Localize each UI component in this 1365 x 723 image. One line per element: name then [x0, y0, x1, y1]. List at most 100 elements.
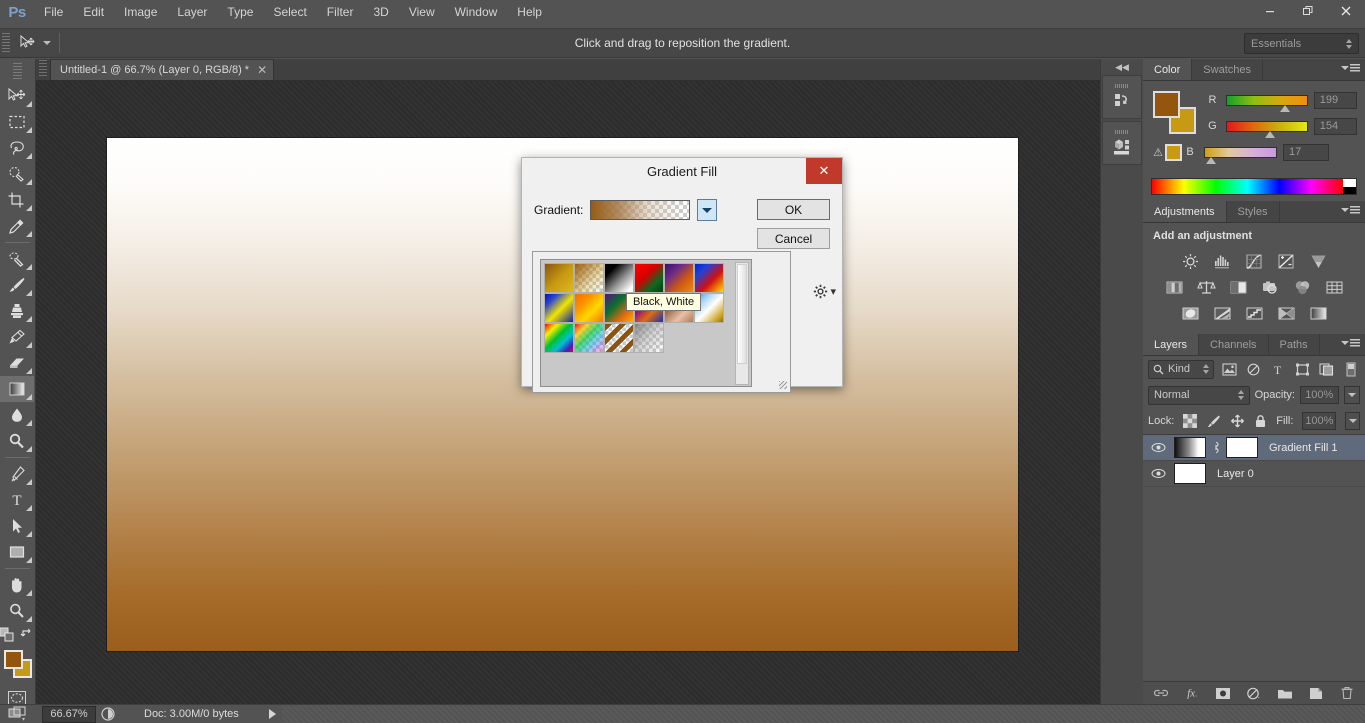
filter-pixel-layers-icon[interactable] [1220, 360, 1238, 379]
slider-thumb-r[interactable] [1279, 104, 1290, 112]
brightness-contrast-icon[interactable] [1179, 251, 1201, 271]
hue-saturation-icon[interactable] [1163, 277, 1185, 297]
slider-thumb-b[interactable] [1206, 156, 1217, 164]
minimize-button[interactable] [1251, 0, 1289, 22]
gradient-picker-scrollbar[interactable] [735, 262, 749, 385]
tool-quick-selection[interactable] [0, 161, 34, 187]
restore-button[interactable] [1289, 0, 1327, 22]
lock-position-icon[interactable] [1230, 414, 1245, 428]
ok-button[interactable]: OK [757, 199, 830, 220]
tab-color[interactable]: Color [1143, 59, 1193, 80]
workspace-selector[interactable]: Essentials [1244, 33, 1359, 54]
gradient-preview-swatch[interactable] [590, 200, 691, 220]
fill-chevron-down-icon[interactable] [1345, 412, 1360, 430]
tool-crop[interactable] [0, 187, 34, 213]
spectrum-bar[interactable] [1152, 179, 1343, 194]
black-white-icon[interactable] [1227, 277, 1249, 297]
history-panel-button[interactable] [1102, 75, 1142, 119]
vibrance-icon[interactable] [1307, 251, 1329, 271]
tab-styles[interactable]: Styles [1227, 201, 1280, 222]
menu-select[interactable]: Select [263, 0, 316, 24]
menu-help[interactable]: Help [507, 0, 552, 24]
threshold-icon[interactable] [1243, 303, 1265, 323]
menu-filter[interactable]: Filter [317, 0, 364, 24]
tool-brush[interactable] [0, 272, 34, 298]
layer-name[interactable]: Gradient Fill 1 [1269, 442, 1337, 454]
layer-style-icon[interactable]: fx [1184, 685, 1200, 701]
tool-lasso[interactable] [0, 135, 34, 161]
lock-image-pixels-icon[interactable] [1206, 414, 1221, 428]
tool-rectangle[interactable] [0, 539, 34, 565]
swap-colors-icon[interactable] [20, 627, 36, 643]
fill-value[interactable]: 100% [1302, 412, 1337, 430]
document-tab[interactable]: Untitled-1 @ 66.7% (Layer 0, RGB/8) * ✕ [50, 59, 275, 80]
gradient-swatch-transparent-rainbow[interactable] [574, 323, 604, 353]
layer-filter-toggle[interactable] [1342, 360, 1360, 379]
foreground-color-swatch[interactable] [3, 650, 23, 669]
gradient-swatch-transparent-stripes[interactable] [604, 323, 634, 353]
menu-window[interactable]: Window [445, 0, 508, 24]
filter-smart-objects-icon[interactable] [1317, 360, 1335, 379]
gradient-swatch-spectrum[interactable] [544, 323, 574, 353]
selective-color-icon[interactable] [1275, 303, 1297, 323]
gradient-picker-resize-grip[interactable] [779, 381, 787, 389]
layer-name[interactable]: Layer 0 [1217, 468, 1254, 480]
tools-panel-grip[interactable] [13, 63, 22, 79]
slider-value-b[interactable]: 17 [1283, 143, 1329, 161]
slider-track-r[interactable] [1225, 94, 1308, 112]
color-swatches[interactable] [1, 647, 35, 681]
layer-mask-thumbnail[interactable] [1226, 437, 1258, 458]
in-gamut-color-swatch[interactable] [1165, 143, 1182, 161]
menu-view[interactable]: View [399, 0, 445, 24]
gradient-swatch-black-white[interactable] [604, 263, 634, 293]
gradient-swatch-red-green[interactable] [634, 263, 664, 293]
opacity-value[interactable]: 100% [1299, 386, 1339, 404]
tab-paths[interactable]: Paths [1269, 334, 1320, 355]
color-panel-foreground-swatch[interactable] [1153, 91, 1180, 118]
delete-layer-icon[interactable] [1339, 685, 1355, 701]
tab-adjustments[interactable]: Adjustments [1143, 201, 1227, 222]
levels-icon[interactable] [1211, 251, 1233, 271]
link-layers-icon[interactable] [1153, 685, 1169, 701]
tool-zoom[interactable] [0, 598, 34, 624]
zoom-level-field[interactable]: 66.67% [42, 705, 96, 723]
color-panel-menu-button[interactable] [1341, 64, 1360, 72]
photo-filter-icon[interactable] [1259, 277, 1281, 297]
layer-thumbnail-gradient[interactable] [1174, 437, 1206, 458]
color-spectrum-ramp[interactable] [1151, 178, 1357, 195]
gradient-swatch-violet-orange[interactable] [664, 263, 694, 293]
filter-shape-layers-icon[interactable] [1293, 360, 1311, 379]
gradient-picker-settings-button[interactable]: ▾ [813, 284, 836, 299]
kind-stepper-icon[interactable] [1202, 364, 1209, 374]
menu-3d[interactable]: 3D [363, 0, 398, 24]
slider-thumb-g[interactable] [1265, 130, 1276, 138]
gradient-swatch-neutral-density[interactable] [634, 323, 664, 353]
gradient-fill-dialog[interactable]: Gradient Fill ✕ Gradient: OK Cancel ▾ Bl… [521, 157, 843, 393]
blend-mode-select[interactable]: Normal [1148, 385, 1250, 405]
lock-transparent-pixels-icon[interactable] [1183, 414, 1198, 428]
dialog-title-bar[interactable]: Gradient Fill ✕ [522, 158, 842, 185]
add-mask-icon[interactable] [1215, 685, 1231, 701]
color-balance-icon[interactable] [1195, 277, 1217, 297]
curves-icon[interactable] [1243, 251, 1265, 271]
channel-mixer-icon[interactable] [1291, 277, 1313, 297]
filter-adjustment-layers-icon[interactable] [1244, 360, 1262, 379]
layer-filter-kind-select[interactable]: Kind [1148, 359, 1214, 379]
tool-hand[interactable] [0, 572, 34, 598]
arrange-documents-button[interactable] [0, 706, 36, 722]
status-expand-arrow-icon[interactable] [268, 709, 276, 719]
gradient-swatch-blue-yellow-blue[interactable] [544, 293, 574, 323]
layer-row-gradient-fill-1[interactable]: Gradient Fill 1 [1143, 435, 1365, 461]
new-group-icon[interactable] [1277, 685, 1293, 701]
adjustments-panel-menu-button[interactable] [1341, 206, 1360, 214]
tool-dodge[interactable] [0, 428, 34, 454]
tool-spot-healing-brush[interactable] [0, 246, 34, 272]
tool-gradient[interactable] [0, 376, 34, 402]
tab-layers[interactable]: Layers [1143, 334, 1200, 355]
slider-value-g[interactable]: 154 [1313, 117, 1357, 135]
exposure-icon[interactable] [1275, 251, 1297, 271]
layer-mask-link-icon[interactable] [1211, 441, 1221, 454]
gradient-swatch-foreground-to-background[interactable] [544, 263, 574, 293]
out-of-gamut-warning-icon[interactable]: ⚠ [1151, 146, 1165, 159]
menu-file[interactable]: File [34, 0, 73, 24]
